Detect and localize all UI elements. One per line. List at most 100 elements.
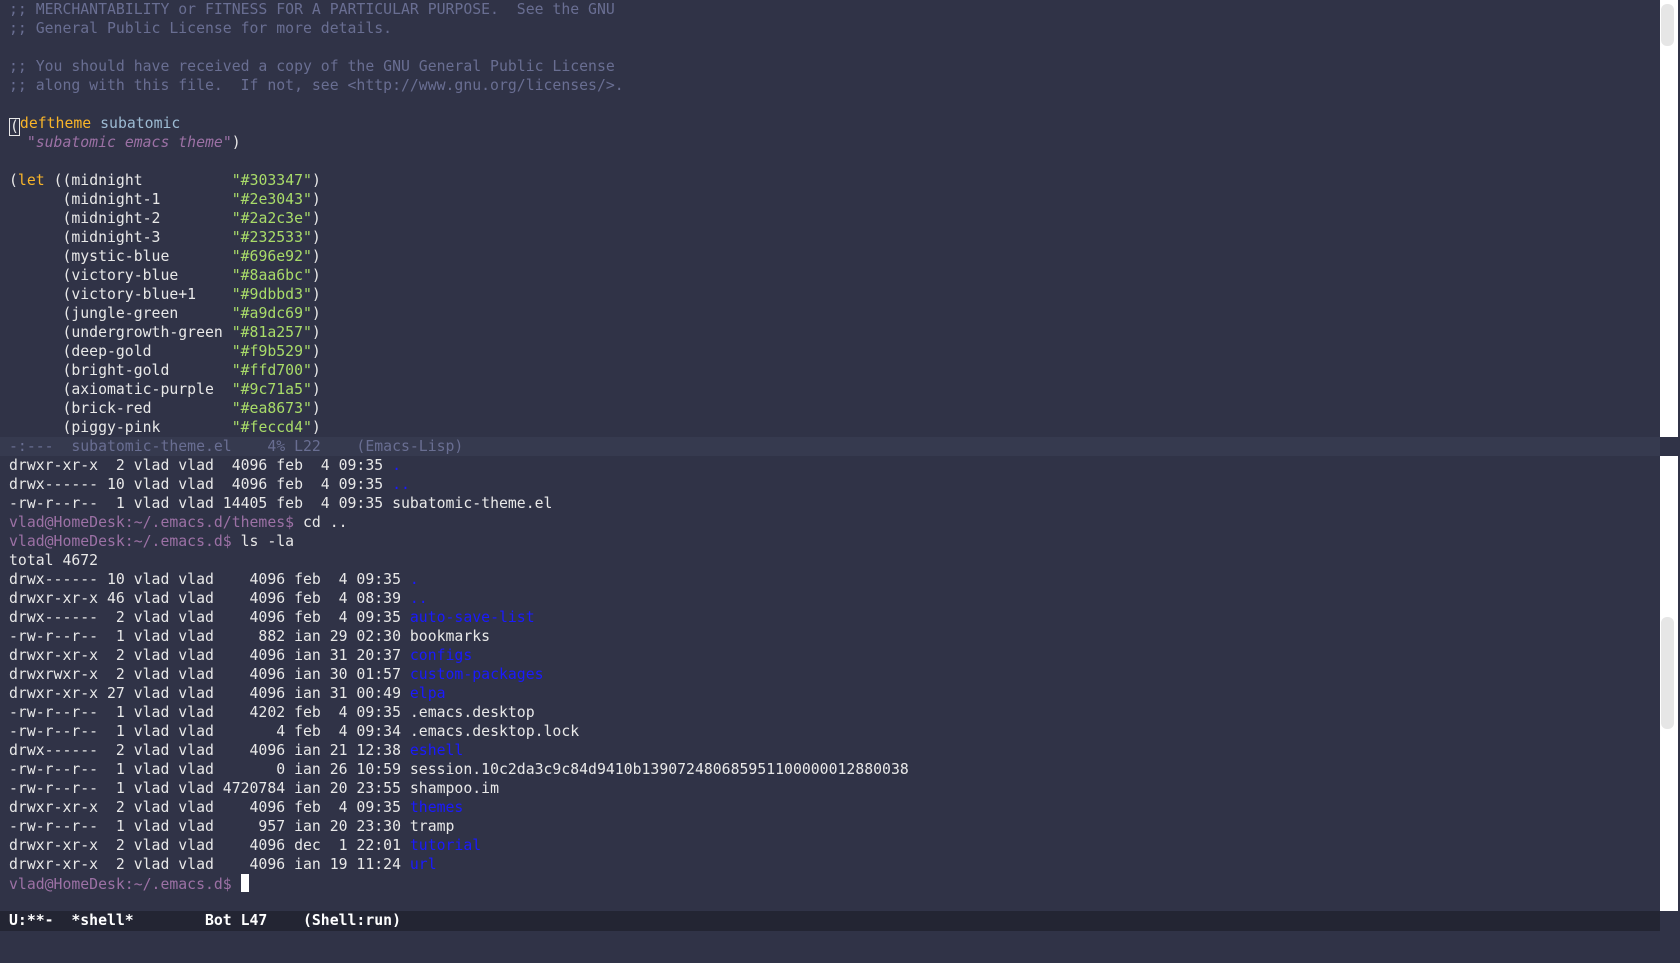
listing-row: drwx------ 10 vlad vlad 4096 feb 4 09:35… <box>9 475 410 494</box>
binding-line: (jungle-green "#a9dc69") <box>9 305 321 322</box>
listing-row: -rw-r--r-- 1 vlad vlad 957 ian 20 23:30 … <box>9 817 454 836</box>
directory-name: tutorial <box>409 837 482 854</box>
binding-name: deep-gold <box>71 343 152 360</box>
binding-name: victory-blue <box>71 267 179 284</box>
binding-name: brick-red <box>71 400 152 417</box>
listing-row: drwxr-xr-x 46 vlad vlad 4096 feb 4 08:39… <box>9 589 428 608</box>
directory-name: eshell <box>409 742 464 759</box>
binding-value: "#2a2c3e" <box>231 210 312 227</box>
editor-modeline[interactable]: -:--- subatomic-theme.el 4% L22 (Emacs-L… <box>0 437 1660 456</box>
file-info: drwx------ 2 vlad vlad 4096 ian 21 12:38 <box>9 742 410 759</box>
directory-name: configs <box>409 647 473 664</box>
deftheme-keyword: deftheme <box>19 115 92 132</box>
file-info: -rw-r--r-- 1 vlad vlad 4720784 ian 20 23… <box>9 780 410 797</box>
file-info: drwxr-xr-x 46 vlad vlad 4096 feb 4 08:39 <box>9 590 410 607</box>
file-name: tramp <box>409 818 455 835</box>
shell-cursor[interactable] <box>240 874 249 892</box>
binding-name: undergrowth-green <box>71 324 223 341</box>
docstring-line: "subatomic emacs theme") <box>9 133 241 152</box>
binding-value: "#8aa6bc" <box>231 267 312 284</box>
listing-row: drwxr-xr-x 2 vlad vlad 4096 feb 4 09:35 … <box>9 456 401 475</box>
shell-command: ls -la <box>240 533 295 550</box>
listing-row: drwx------ 2 vlad vlad 4096 feb 4 09:35 … <box>9 608 535 627</box>
binding-value: "#696e92" <box>231 248 312 265</box>
binding-value: "#a9dc69" <box>231 305 312 322</box>
editor-scrollbar-thumb[interactable] <box>1661 4 1674 46</box>
listing-row: drwxr-xr-x 27 vlad vlad 4096 ian 31 00:4… <box>9 684 446 703</box>
binding-name: midnight-1 <box>71 191 161 208</box>
shell-prompt: vlad@HomeDesk:~/.emacs.d$ <box>9 876 241 893</box>
file-name: shampoo.im <box>409 780 499 797</box>
binding-name: jungle-green <box>71 305 179 322</box>
binding-name: axiomatic-purple <box>71 381 214 398</box>
total-line: total 4672 <box>9 552 99 569</box>
listing-row: drwxr-xr-x 2 vlad vlad 4096 ian 19 11:24… <box>9 855 437 874</box>
comment-line: ;; General Public License for more detai… <box>9 20 393 37</box>
binding-name: midnight-2 <box>71 210 161 227</box>
binding-line: (undergrowth-green "#81a257") <box>9 324 321 341</box>
shell-modeline[interactable]: U:**- *shell* Bot L47 (Shell:run) <box>0 911 1660 931</box>
binding-value: "#ffd700" <box>231 362 312 379</box>
binding-line: (midnight-2 "#2a2c3e") <box>9 210 321 227</box>
binding-value: "#feccd4" <box>231 419 312 436</box>
listing-row: -rw-r--r-- 1 vlad vlad 4720784 ian 20 23… <box>9 779 499 798</box>
comment-line: ;; along with this file. If not, see <ht… <box>9 77 624 94</box>
theme-name: subatomic <box>100 115 181 132</box>
binding-line: (victory-blue "#8aa6bc") <box>9 267 321 284</box>
file-info: drwx------ 10 vlad vlad 4096 feb 4 09:35 <box>9 571 410 588</box>
binding-line: (piggy-pink "#feccd4") <box>9 419 321 436</box>
file-info: drwxr-xr-x 2 vlad vlad 4096 feb 4 09:35 <box>9 457 393 474</box>
directory-name: url <box>409 856 437 873</box>
listing-row: drwxr-xr-x 2 vlad vlad 4096 ian 31 20:37… <box>9 646 472 665</box>
binding-line: (deep-gold "#f9b529") <box>9 343 321 360</box>
file-info: drwxr-xr-x 2 vlad vlad 4096 dec 1 22:01 <box>9 837 410 854</box>
close-paren: ) <box>231 134 241 151</box>
binding-name: midnight-3 <box>71 229 161 246</box>
listing-row: -rw-r--r-- 1 vlad vlad 882 ian 29 02:30 … <box>9 627 490 646</box>
binding-line: (bright-gold "#ffd700") <box>9 362 321 379</box>
comment-line: ;; MERCHANTABILITY or FITNESS FOR A PART… <box>9 1 615 18</box>
listing-row: -rw-r--r-- 1 vlad vlad 4202 feb 4 09:35 … <box>9 703 535 722</box>
listing-row: drwxr-xr-x 2 vlad vlad 4096 feb 4 09:35 … <box>9 798 463 817</box>
directory-name: themes <box>409 799 464 816</box>
binding-value: "#303347" <box>231 172 312 189</box>
file-info: drwx------ 10 vlad vlad 4096 feb 4 09:35 <box>9 476 393 493</box>
editor-scrollbar[interactable] <box>1660 0 1678 437</box>
listing-row: drwxr-xr-x 2 vlad vlad 4096 dec 1 22:01 … <box>9 836 481 855</box>
shell-command: cd .. <box>302 514 348 531</box>
binding-value: "#2e3043" <box>231 191 312 208</box>
shell-prompt: vlad@HomeDesk:~/.emacs.d/themes$ <box>9 514 303 531</box>
binding-value: "#ea8673" <box>231 400 312 417</box>
binding-line: (mystic-blue "#696e92") <box>9 248 321 265</box>
directory-name: .. <box>392 476 410 493</box>
file-info: -rw-r--r-- 1 vlad vlad 14405 feb 4 09:35 <box>9 495 393 512</box>
shell-scrollbar-thumb[interactable] <box>1661 617 1674 729</box>
directory-name: elpa <box>409 685 446 702</box>
file-name: .emacs.desktop.lock <box>409 723 580 740</box>
binding-line: (brick-red "#ea8673") <box>9 400 321 417</box>
file-info: drwxrwxr-x 2 vlad vlad 4096 ian 30 01:57 <box>9 666 410 683</box>
file-info: drwxr-xr-x 2 vlad vlad 4096 ian 31 20:37 <box>9 647 410 664</box>
file-name: .emacs.desktop <box>409 704 535 721</box>
directory-name: . <box>409 571 419 588</box>
let-line: (let ((midnight "#303347") <box>9 172 321 189</box>
open-paren: ( <box>9 172 18 189</box>
listing-row: drwx------ 10 vlad vlad 4096 feb 4 09:35… <box>9 570 419 589</box>
binding-line: (midnight-3 "#232533") <box>9 229 321 246</box>
listing-row: -rw-r--r-- 1 vlad vlad 14405 feb 4 09:35… <box>9 494 552 513</box>
prompt-line: vlad@HomeDesk:~/.emacs.d/themes$ cd .. <box>9 513 348 532</box>
binding-name: bright-gold <box>71 362 170 379</box>
binding-value: "#9dbbd3" <box>231 286 312 303</box>
theme-docstring: "subatomic emacs theme" <box>26 134 232 151</box>
binding-value: "#f9b529" <box>231 343 312 360</box>
binding-line: (midnight-1 "#2e3043") <box>9 191 321 208</box>
file-info: -rw-r--r-- 1 vlad vlad 4 feb 4 09:34 <box>9 723 410 740</box>
deftheme-line: (deftheme subatomic <box>9 114 181 136</box>
directory-name: . <box>392 457 401 474</box>
directory-name: .. <box>409 590 428 607</box>
directory-name: auto-save-list <box>409 609 535 626</box>
file-info: drwx------ 2 vlad vlad 4096 feb 4 09:35 <box>9 609 410 626</box>
binding-line: (axiomatic-purple "#9c71a5") <box>9 381 321 398</box>
binding-name: piggy-pink <box>71 419 161 436</box>
binding-value: "#232533" <box>231 229 312 246</box>
